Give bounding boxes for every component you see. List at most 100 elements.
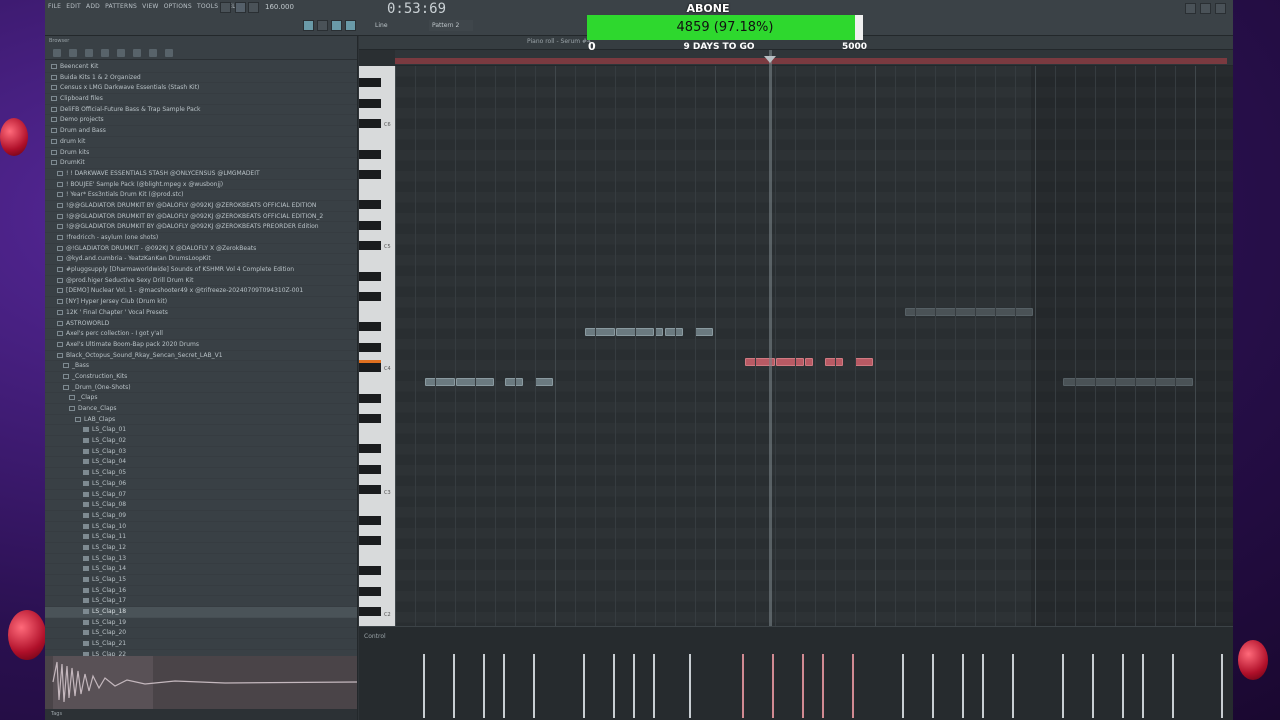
close-icon[interactable] bbox=[1215, 3, 1226, 14]
collapse-icon[interactable] bbox=[69, 48, 77, 57]
note[interactable] bbox=[505, 378, 523, 386]
browser-sample-item[interactable]: LS_Clap_18 bbox=[45, 607, 357, 618]
tool-button[interactable] bbox=[331, 20, 342, 31]
black-key[interactable] bbox=[359, 536, 381, 545]
snap-mode[interactable]: Line bbox=[375, 22, 388, 29]
note[interactable] bbox=[695, 328, 713, 336]
browser-folder-item[interactable]: !fredricch - asylum (one shots) bbox=[45, 233, 357, 244]
browser-folder-item[interactable]: [NY] Hyper Jersey Club (Drum kit) bbox=[45, 297, 357, 308]
pattern-song-toggle[interactable] bbox=[220, 2, 231, 13]
browser-folder-item[interactable]: @!GLADIATOR DRUMKIT - @092KJ X @DALOFLY … bbox=[45, 244, 357, 255]
browser-folder-item[interactable]: _Bass bbox=[45, 361, 357, 372]
velocity-bar[interactable] bbox=[1142, 654, 1144, 718]
browser-folder-item[interactable]: Census x LMG Darkwave Essentials (Stash … bbox=[45, 83, 357, 95]
velocity-bar[interactable] bbox=[742, 654, 744, 718]
velocity-bar[interactable] bbox=[533, 654, 535, 718]
browser-sample-item[interactable]: LS_Clap_20 bbox=[45, 628, 357, 640]
black-key[interactable] bbox=[359, 98, 381, 108]
velocity-bar[interactable] bbox=[689, 654, 691, 718]
browser-folder-item[interactable]: Drum kits bbox=[45, 148, 357, 159]
black-key[interactable] bbox=[359, 363, 381, 372]
snap-button[interactable] bbox=[303, 20, 314, 31]
browser-folder-item[interactable]: @kyd.and.cumbria - YeatzKanKan DrumsLoop… bbox=[45, 254, 357, 266]
loop-region[interactable] bbox=[395, 58, 1227, 64]
black-key[interactable] bbox=[359, 586, 381, 596]
browser-sample-item[interactable]: LS_Clap_13 bbox=[45, 554, 357, 565]
browser-folder-item[interactable]: !@@GLADIATOR DRUMKIT BY @DALOFLY @092KJ … bbox=[45, 201, 357, 212]
black-key[interactable] bbox=[359, 271, 381, 281]
search-icon[interactable] bbox=[85, 48, 93, 57]
velocity-bar[interactable] bbox=[1092, 654, 1094, 718]
browser-sample-item[interactable]: LS_Clap_09 bbox=[45, 511, 357, 522]
browser-folder-item[interactable]: _Drum_(One-Shots) bbox=[45, 383, 357, 394]
black-key[interactable] bbox=[359, 393, 381, 403]
velocity-bar[interactable] bbox=[483, 654, 485, 718]
menu-tools[interactable]: TOOLS bbox=[197, 3, 218, 10]
black-key[interactable] bbox=[359, 444, 381, 454]
browser-folder-item[interactable]: Dance_Claps bbox=[45, 404, 357, 415]
menu-view[interactable]: VIEW bbox=[142, 3, 158, 10]
black-key[interactable] bbox=[359, 220, 381, 230]
note-grid[interactable] bbox=[395, 66, 1233, 626]
black-key[interactable] bbox=[359, 78, 381, 88]
velocity-bar[interactable] bbox=[1012, 654, 1014, 718]
black-key[interactable] bbox=[359, 607, 381, 616]
browser-folder-item[interactable]: _Claps bbox=[45, 393, 357, 404]
velocity-bar[interactable] bbox=[982, 654, 984, 718]
black-key[interactable] bbox=[359, 200, 381, 210]
black-key[interactable] bbox=[359, 464, 381, 474]
velocity-bar[interactable] bbox=[822, 654, 824, 718]
menu-edit[interactable]: EDIT bbox=[66, 3, 81, 10]
velocity-bar[interactable] bbox=[772, 654, 774, 718]
browser-folder-item[interactable]: !@@GLADIATOR DRUMKIT BY @DALOFLY @092KJ … bbox=[45, 212, 357, 223]
browser-menu-icon[interactable] bbox=[53, 48, 61, 57]
menu-options[interactable]: OPTIONS bbox=[164, 3, 192, 10]
black-key[interactable] bbox=[359, 170, 381, 179]
browser-sample-item[interactable]: LS_Clap_02 bbox=[45, 436, 357, 447]
velocity-bar[interactable] bbox=[932, 654, 934, 718]
plugin-icon[interactable] bbox=[149, 48, 157, 57]
playhead-marker-icon[interactable] bbox=[764, 56, 776, 63]
browser-sample-item[interactable]: LS_Clap_07 bbox=[45, 490, 357, 501]
playhead[interactable] bbox=[769, 50, 772, 720]
menu-patterns[interactable]: PATTERNS bbox=[105, 3, 137, 10]
browser-folder-item[interactable]: Buida Kits 1 & 2 Organized bbox=[45, 73, 357, 84]
velocity-bar[interactable] bbox=[633, 654, 635, 718]
browser-folder-item[interactable]: drum kit bbox=[45, 137, 357, 148]
browser-folder-item[interactable]: DeliFB Official-Future Bass & Trap Sampl… bbox=[45, 105, 357, 116]
play-button[interactable] bbox=[235, 2, 246, 13]
browser-sample-item[interactable]: LS_Clap_04 bbox=[45, 457, 357, 469]
browser-folder-item[interactable]: Drum and Bass bbox=[45, 126, 357, 137]
tempo-display[interactable]: 160.000 bbox=[265, 3, 294, 11]
black-key[interactable] bbox=[359, 414, 381, 423]
black-key[interactable] bbox=[359, 342, 381, 352]
note[interactable] bbox=[1063, 378, 1193, 386]
folder-icon[interactable] bbox=[101, 48, 109, 57]
black-key[interactable] bbox=[359, 485, 381, 494]
browser-folder-item[interactable]: Clipboard files bbox=[45, 94, 357, 105]
velocity-bar[interactable] bbox=[583, 654, 585, 718]
velocity-bar[interactable] bbox=[962, 654, 964, 718]
tag-icon[interactable] bbox=[165, 48, 173, 57]
browser-sample-item[interactable]: LS_Clap_11 bbox=[45, 532, 357, 543]
velocity-bar[interactable] bbox=[852, 654, 854, 718]
black-key[interactable] bbox=[359, 566, 381, 576]
velocity-bar[interactable] bbox=[423, 654, 425, 718]
velocity-bar[interactable] bbox=[902, 654, 904, 718]
browser-sample-item[interactable]: LS_Clap_17 bbox=[45, 596, 357, 608]
maximize-icon[interactable] bbox=[1200, 3, 1211, 14]
menu-file[interactable]: FILE bbox=[48, 3, 61, 10]
browser-folder-item[interactable]: Axel's perc collection - I got y'all bbox=[45, 329, 357, 340]
browser-folder-item[interactable]: [DEMO] Nuclear Vol. 1 - @macshooter49 x … bbox=[45, 286, 357, 298]
black-key[interactable] bbox=[359, 515, 381, 525]
minimize-icon[interactable] bbox=[1185, 3, 1196, 14]
star-icon[interactable] bbox=[133, 48, 141, 57]
selected-note[interactable] bbox=[855, 358, 873, 366]
browser-folder-item[interactable]: ! Year* Ess3ntials Drum Kit (@prod.stc) bbox=[45, 190, 357, 201]
note[interactable] bbox=[585, 328, 615, 336]
black-key[interactable] bbox=[359, 322, 381, 332]
browser-folder-item[interactable]: LAB_Claps bbox=[45, 415, 357, 426]
velocity-bar[interactable] bbox=[503, 654, 505, 718]
note[interactable] bbox=[425, 378, 455, 386]
control-selector[interactable]: Control bbox=[364, 633, 386, 640]
